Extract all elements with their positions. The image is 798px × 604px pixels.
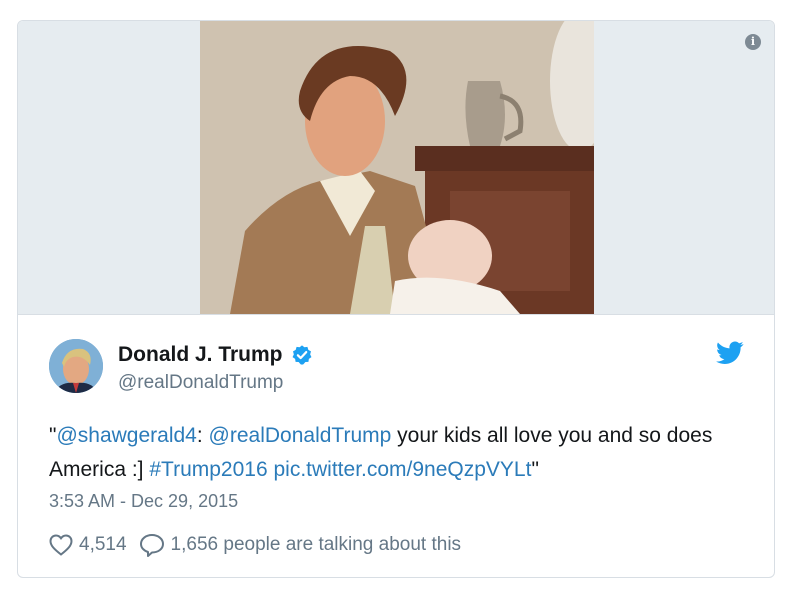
talking-count: 1,656 people are talking about this <box>170 534 462 555</box>
hashtag-link[interactable]: #Trump2016 <box>149 458 267 481</box>
twitter-bird-icon[interactable] <box>716 341 744 365</box>
pic-link[interactable]: pic.twitter.com/9neQzpVYLt <box>274 458 532 481</box>
speech-bubble-icon <box>139 534 164 557</box>
tweet-actions: 4,514 1,656 people are talking about thi… <box>49 533 461 557</box>
heart-icon <box>49 534 73 556</box>
like-action[interactable]: 4,514 <box>49 534 127 556</box>
media-area: i <box>18 21 774 315</box>
mention-link[interactable]: @realDonaldTrump <box>209 424 392 447</box>
info-icon[interactable]: i <box>745 34 761 50</box>
tweet-embed-card[interactable]: i Donald J. Trump @realDonaldTrump " @sha… <box>17 20 775 578</box>
talking-action[interactable]: 1,656 people are talking about this <box>139 533 462 557</box>
avatar[interactable] <box>49 339 103 393</box>
like-count: 4,514 <box>79 534 127 555</box>
author-name-row[interactable]: Donald J. Trump <box>118 343 313 367</box>
verified-badge-icon <box>292 345 311 365</box>
tweet-timestamp[interactable]: 3:53 AM - Dec 29, 2015 <box>49 491 238 512</box>
quote-close: " <box>531 458 539 481</box>
mention-link[interactable]: @shawgerald4 <box>56 424 196 447</box>
colon-text: : <box>196 424 209 447</box>
author-handle[interactable]: @realDonaldTrump <box>118 372 283 394</box>
author-name[interactable]: Donald J. Trump <box>118 343 283 367</box>
tweet-photo[interactable] <box>200 21 594 314</box>
tweet-text: "@shawgerald4: @realDonaldTrump your kid… <box>49 419 739 487</box>
